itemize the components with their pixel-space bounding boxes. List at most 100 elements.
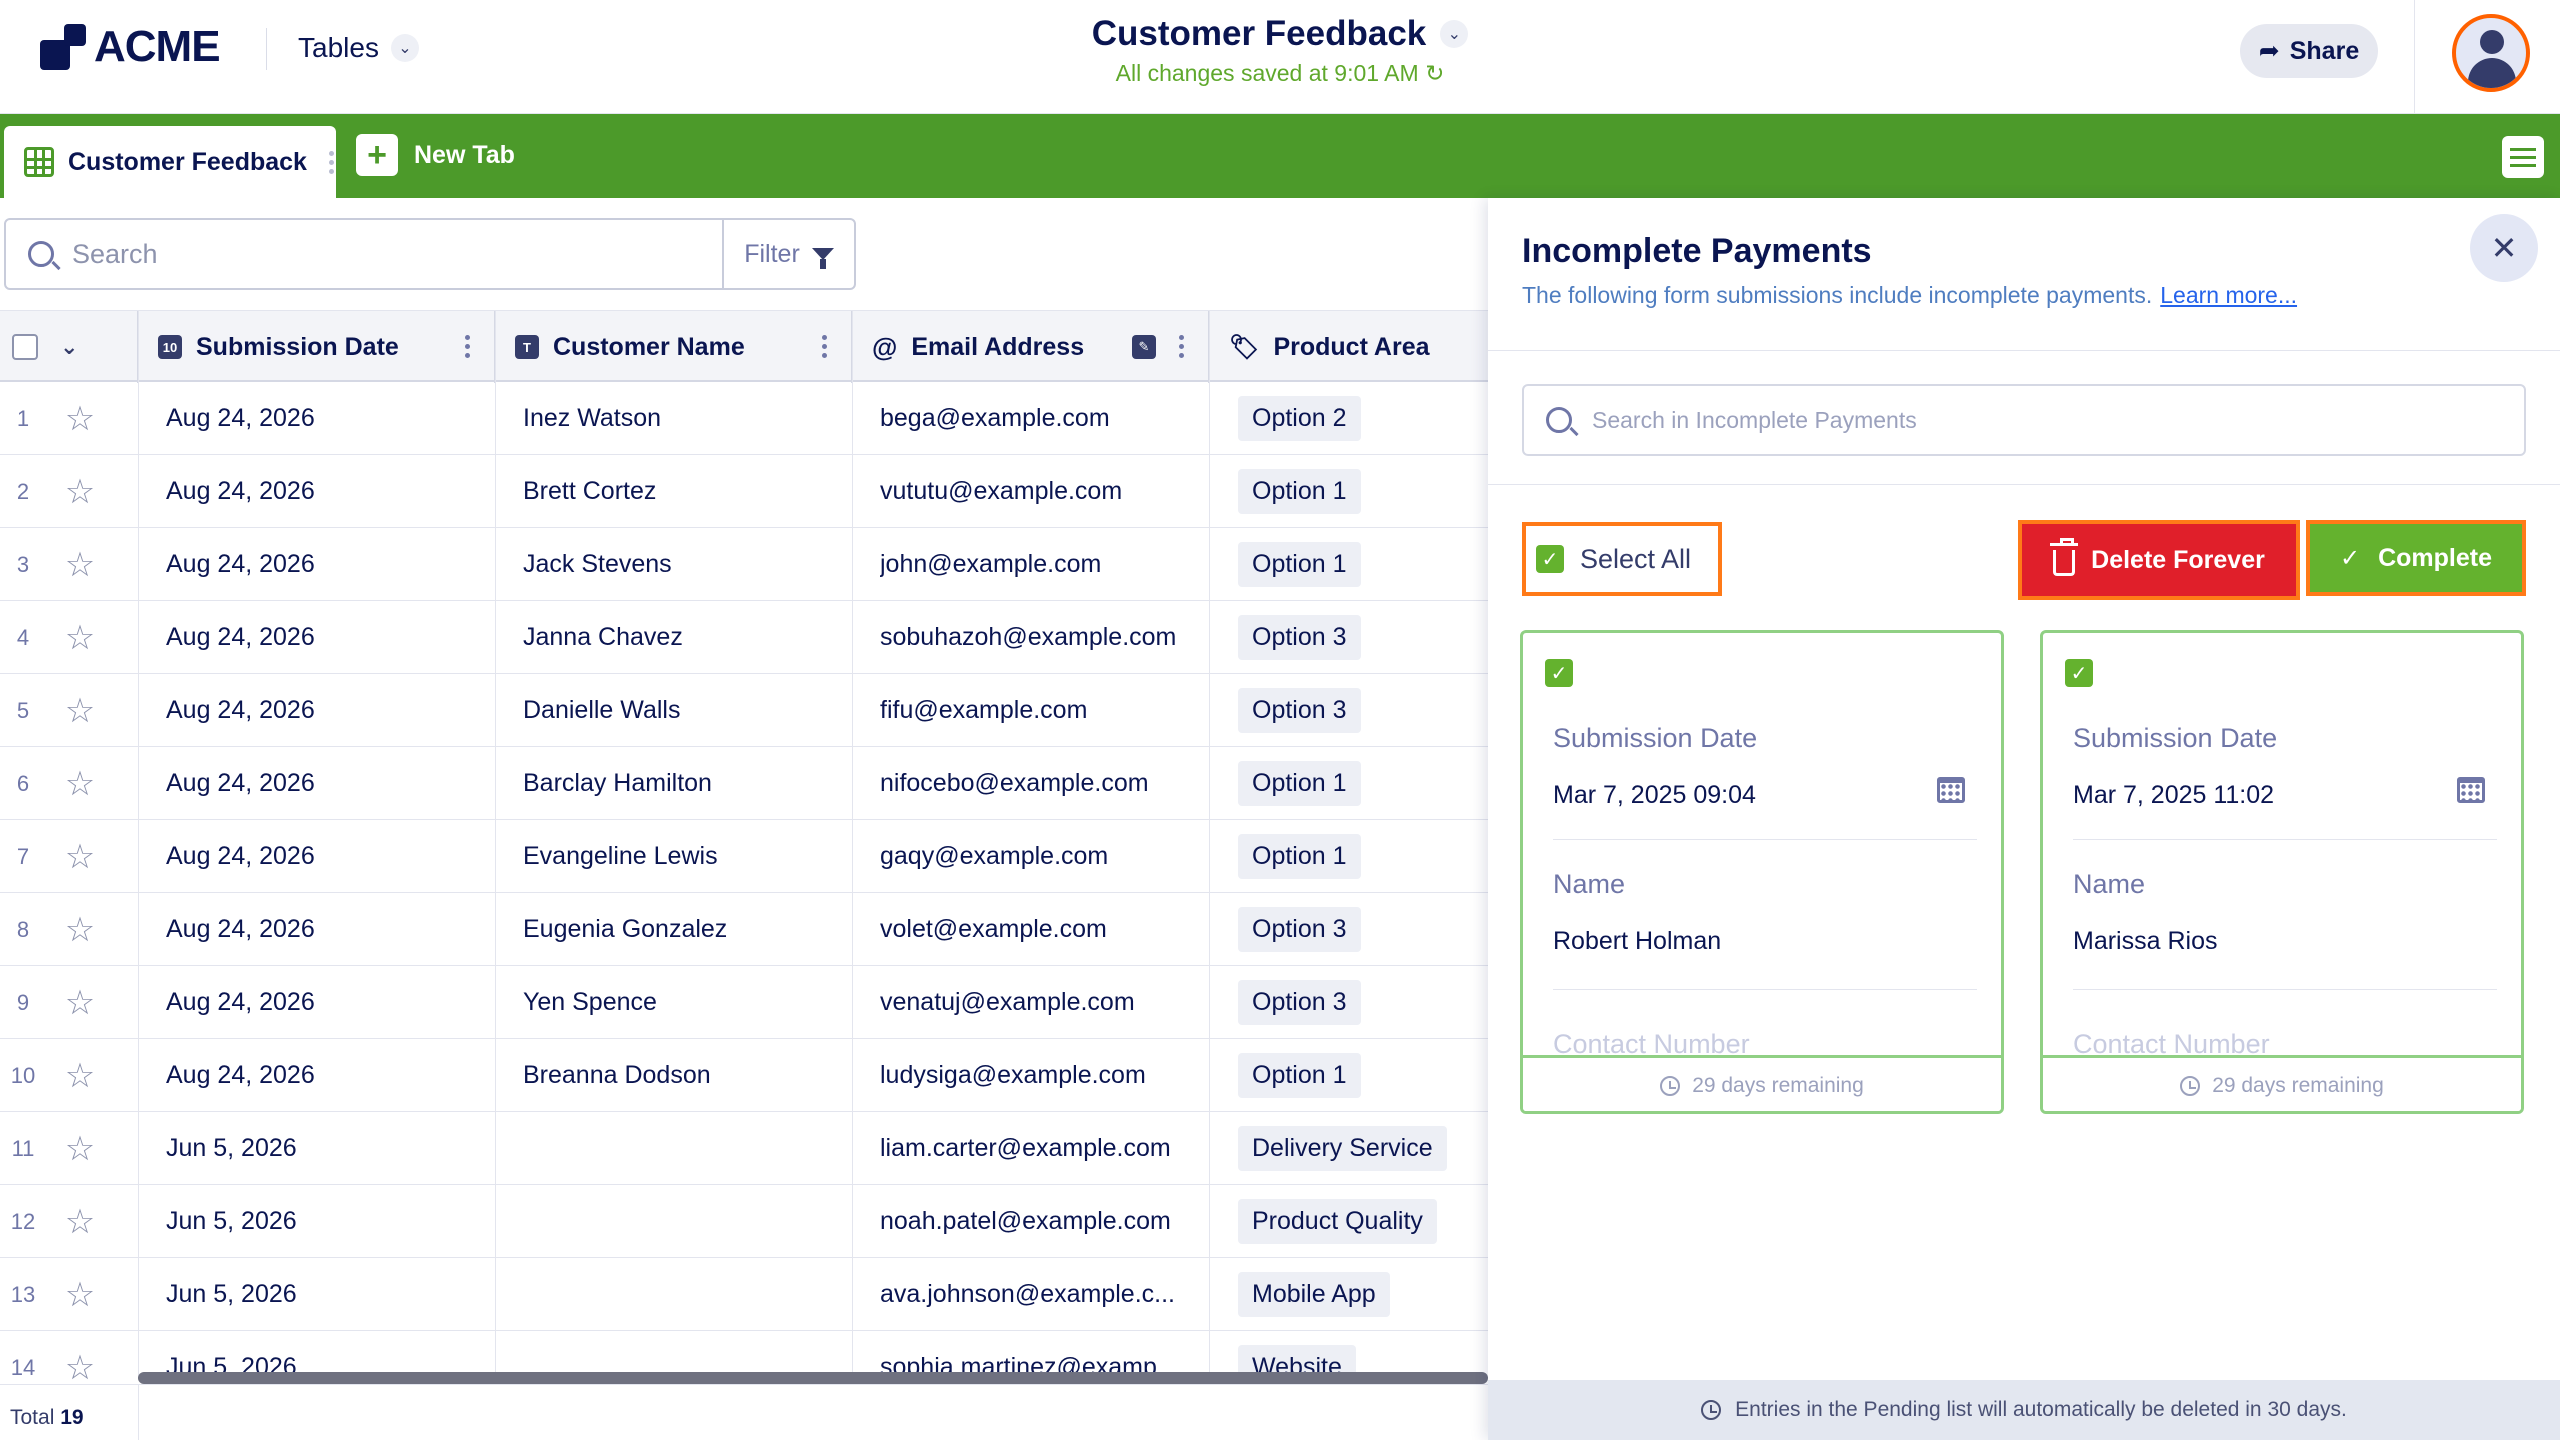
email-cell[interactable]: sobuhazoh@example.com (880, 601, 1200, 674)
new-tab-button[interactable]: + New Tab (356, 134, 515, 176)
customer-name-cell[interactable]: Eugenia Gonzalez (523, 893, 843, 966)
complete-button[interactable]: ✓ Complete (2306, 520, 2526, 596)
product-area-cell[interactable]: Option 3 (1238, 601, 1488, 674)
product-area-cell[interactable]: Mobile App (1238, 1258, 1488, 1331)
submission-date-cell[interactable]: Aug 24, 2026 (166, 674, 486, 747)
customer-name-cell[interactable]: Breanna Dodson (523, 1039, 843, 1112)
select-all-checkbox[interactable]: ✓ Select All (1522, 522, 1722, 596)
table-row[interactable]: 1 ☆ Aug 24, 2026 Inez Watson bega@example.co… (0, 382, 1488, 455)
email-cell[interactable]: ludysiga@example.com (880, 1039, 1200, 1112)
column-header-product-area[interactable]: 🏷 Product Area (1209, 311, 1488, 383)
email-cell[interactable]: noah.patel@example.com (880, 1185, 1200, 1258)
star-icon[interactable]: ☆ (60, 1258, 100, 1331)
submission-date-cell[interactable]: Jun 5, 2026 (166, 1258, 486, 1331)
submission-date-cell[interactable]: Jun 5, 2026 (166, 1112, 486, 1185)
email-cell[interactable]: volet@example.com (880, 893, 1200, 966)
column-menu-icon[interactable] (1179, 335, 1184, 358)
table-row[interactable]: 13 ☆ Jun 5, 2026 ava.johnson@example.c... Mo… (0, 1258, 1488, 1331)
product-area-cell[interactable]: Option 1 (1238, 820, 1488, 893)
hamburger-menu-icon[interactable] (2502, 136, 2544, 178)
submission-date-cell[interactable]: Aug 24, 2026 (166, 747, 486, 820)
payment-card[interactable]: ✓ Submission Date Mar 7, 2025 09:04 Name… (1520, 630, 2004, 1114)
submission-date-cell[interactable]: Aug 24, 2026 (166, 820, 486, 893)
customer-name-cell[interactable] (523, 1112, 843, 1185)
user-avatar[interactable] (2452, 14, 2530, 92)
product-area-cell[interactable]: Option 1 (1238, 528, 1488, 601)
email-cell[interactable]: gaqy@example.com (880, 820, 1200, 893)
filter-button[interactable]: Filter (722, 218, 856, 290)
star-icon[interactable]: ☆ (60, 601, 100, 674)
table-row[interactable]: 4 ☆ Aug 24, 2026 Janna Chavez sobuhazoh@exam… (0, 601, 1488, 674)
table-row[interactable]: 8 ☆ Aug 24, 2026 Eugenia Gonzalez volet@exam… (0, 893, 1488, 966)
customer-name-cell[interactable]: Evangeline Lewis (523, 820, 843, 893)
product-area-cell[interactable]: Option 1 (1238, 455, 1488, 528)
email-cell[interactable]: liam.carter@example.com (880, 1112, 1200, 1185)
customer-name-cell[interactable]: Inez Watson (523, 382, 843, 455)
table-row[interactable]: 11 ☆ Jun 5, 2026 liam.carter@example.com Del… (0, 1112, 1488, 1185)
share-button[interactable]: ➦ Share (2240, 24, 2378, 78)
submission-date-cell[interactable]: Aug 24, 2026 (166, 893, 486, 966)
column-header-customer-name[interactable]: T Customer Name (495, 311, 852, 383)
submission-date-cell[interactable]: Aug 24, 2026 (166, 1039, 486, 1112)
table-row[interactable]: 2 ☆ Aug 24, 2026 Brett Cortez vututu@example… (0, 455, 1488, 528)
product-area-cell[interactable]: Option 1 (1238, 1039, 1488, 1112)
star-icon[interactable]: ☆ (60, 966, 100, 1039)
product-area-cell[interactable]: Option 3 (1238, 893, 1488, 966)
product-area-cell[interactable]: Option 1 (1238, 747, 1488, 820)
card-checkbox[interactable]: ✓ (1545, 659, 1573, 687)
submission-date-cell[interactable]: Aug 24, 2026 (166, 455, 486, 528)
submission-date-cell[interactable]: Aug 24, 2026 (166, 966, 486, 1039)
acme-logo[interactable]: ACME (40, 22, 221, 72)
column-menu-icon[interactable] (465, 335, 470, 358)
star-icon[interactable]: ☆ (60, 1185, 100, 1258)
table-row[interactable]: 12 ☆ Jun 5, 2026 noah.patel@example.com Prod… (0, 1185, 1488, 1258)
product-area-cell[interactable]: Product Quality (1238, 1185, 1488, 1258)
star-icon[interactable]: ☆ (60, 528, 100, 601)
card-checkbox[interactable]: ✓ (2065, 659, 2093, 687)
payment-card[interactable]: ✓ Submission Date Mar 7, 2025 11:02 Name… (2040, 630, 2524, 1114)
table-row[interactable]: 10 ☆ Aug 24, 2026 Breanna Dodson ludysiga@ex… (0, 1039, 1488, 1112)
column-header-submission-date[interactable]: 10 Submission Date (138, 311, 495, 383)
table-row[interactable]: 3 ☆ Aug 24, 2026 Jack Stevens john@example.c… (0, 528, 1488, 601)
delete-forever-button[interactable]: Delete Forever (2018, 520, 2300, 600)
star-icon[interactable]: ☆ (60, 382, 100, 455)
horizontal-scrollbar[interactable] (138, 1372, 1488, 1384)
email-badge-icon[interactable]: ✎ (1132, 335, 1156, 359)
email-cell[interactable]: nifocebo@example.com (880, 747, 1200, 820)
customer-name-cell[interactable] (523, 1185, 843, 1258)
email-cell[interactable]: ava.johnson@example.c... (880, 1258, 1200, 1331)
table-search-input[interactable]: Search (4, 218, 724, 290)
customer-name-cell[interactable] (523, 1258, 843, 1331)
title-chevron-down-icon[interactable]: ⌄ (1440, 20, 1469, 48)
product-area-cell[interactable]: Option 3 (1238, 966, 1488, 1039)
customer-name-cell[interactable]: Jack Stevens (523, 528, 843, 601)
table-row[interactable]: 6 ☆ Aug 24, 2026 Barclay Hamilton nifocebo@e… (0, 747, 1488, 820)
star-icon[interactable]: ☆ (60, 1331, 100, 1381)
submission-date-cell[interactable]: Aug 24, 2026 (166, 528, 486, 601)
customer-name-cell[interactable]: Brett Cortez (523, 455, 843, 528)
close-icon[interactable]: ✕ (2470, 214, 2538, 282)
email-cell[interactable]: john@example.com (880, 528, 1200, 601)
chevron-down-icon[interactable]: ⌄ (60, 334, 78, 360)
star-icon[interactable]: ☆ (60, 820, 100, 893)
table-row[interactable]: 5 ☆ Aug 24, 2026 Danielle Walls fifu@example… (0, 674, 1488, 747)
product-area-cell[interactable]: Delivery Service (1238, 1112, 1488, 1185)
email-cell[interactable]: bega@example.com (880, 382, 1200, 455)
panel-search-input[interactable]: Search in Incomplete Payments (1522, 384, 2526, 456)
product-area-cell[interactable]: Option 3 (1238, 674, 1488, 747)
tab-customer-feedback[interactable]: Customer Feedback (4, 126, 336, 198)
column-header-email-address[interactable]: @ Email Address ✎ (852, 311, 1209, 383)
submission-date-cell[interactable]: Aug 24, 2026 (166, 601, 486, 674)
star-icon[interactable]: ☆ (60, 674, 100, 747)
email-cell[interactable]: vututu@example.com (880, 455, 1200, 528)
page-title[interactable]: Customer Feedback (1092, 14, 1427, 54)
submission-date-cell[interactable]: Jun 5, 2026 (166, 1185, 486, 1258)
star-icon[interactable]: ☆ (60, 747, 100, 820)
submission-date-cell[interactable]: Aug 24, 2026 (166, 382, 486, 455)
learn-more-link[interactable]: Learn more... (2160, 282, 2297, 308)
star-icon[interactable]: ☆ (60, 893, 100, 966)
customer-name-cell[interactable]: Yen Spence (523, 966, 843, 1039)
star-icon[interactable]: ☆ (60, 1039, 100, 1112)
star-icon[interactable]: ☆ (60, 1112, 100, 1185)
email-cell[interactable]: venatuj@example.com (880, 966, 1200, 1039)
